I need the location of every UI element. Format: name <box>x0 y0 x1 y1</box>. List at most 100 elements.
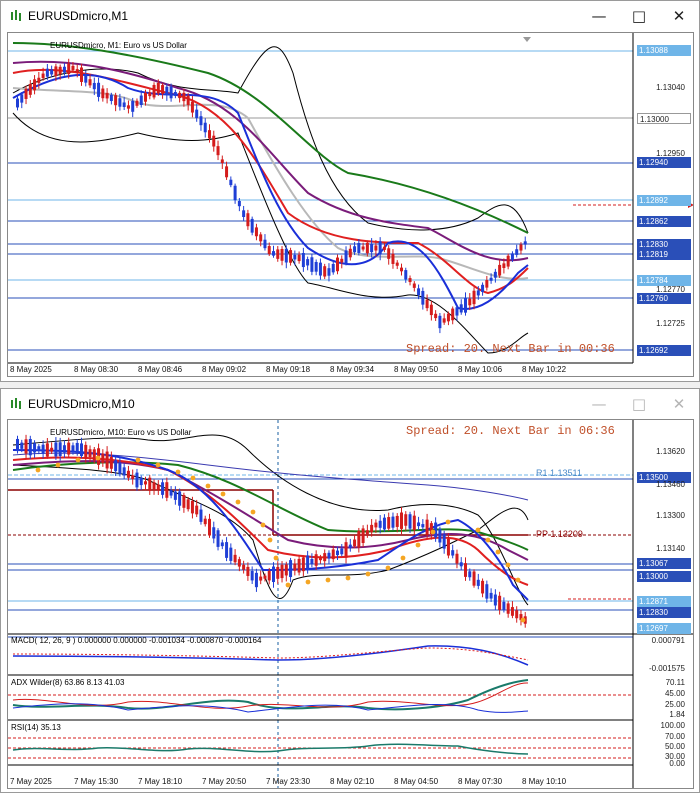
candle-body <box>156 82 160 94</box>
price-tag: 1.12940 <box>637 157 691 168</box>
close-button[interactable]: ✕ <box>659 389 699 419</box>
candle-body <box>374 522 378 528</box>
candle-body <box>506 255 510 267</box>
rsi-label: RSI(14) 35.13 <box>11 723 61 732</box>
sar-dot <box>135 457 141 463</box>
candle-body <box>105 92 109 99</box>
candle-body <box>357 531 361 548</box>
candle-body <box>284 564 288 576</box>
time-axis-label: 8 May 09:18 <box>266 365 311 374</box>
minimize-button[interactable]: — <box>579 389 619 419</box>
sar-dot <box>445 519 451 525</box>
candle-body <box>165 86 169 96</box>
candle-body <box>101 453 105 464</box>
time-axis-label: 8 May 10:22 <box>522 365 567 374</box>
price-tag: 1.13000 <box>637 571 691 582</box>
sar-dot <box>260 522 266 528</box>
minimize-button[interactable]: — <box>579 1 619 31</box>
candle-body <box>464 563 467 577</box>
price-axis-label: 1.13040 <box>656 83 685 92</box>
chart-window-m1: EURUSDmicro,M1 — □ ✕ EURUSDmicro, M1: Eu… <box>0 0 700 382</box>
candle-body <box>382 246 386 250</box>
price-tag: 1.12760 <box>637 293 691 304</box>
candle-body <box>276 566 280 579</box>
time-axis-label: 8 May 09:50 <box>394 365 439 374</box>
candle-body <box>16 98 19 108</box>
candle-body <box>220 159 224 164</box>
candle-body <box>336 257 339 272</box>
maximize-button[interactable]: □ <box>619 389 659 419</box>
time-axis-label: 8 May 02:10 <box>330 777 375 786</box>
candle-body <box>92 449 96 461</box>
time-axis-label: 8 May 09:34 <box>330 365 375 374</box>
rsi-scale-label: 0.00 <box>669 759 685 768</box>
price-axis-label: 1.13620 <box>656 447 685 456</box>
candle-body <box>340 258 344 263</box>
candle-body <box>122 102 126 107</box>
candle-body <box>493 271 497 278</box>
candle-body <box>165 482 169 498</box>
candle-body <box>438 315 442 329</box>
candle-body <box>131 475 135 479</box>
candles-m10 <box>16 434 527 628</box>
candle-body <box>41 73 45 78</box>
sar-dot <box>273 555 279 561</box>
candle-body <box>336 550 339 556</box>
candle-body <box>67 63 71 75</box>
maximize-button[interactable]: □ <box>619 1 659 31</box>
candle-body <box>331 549 335 560</box>
candle-body <box>178 491 182 506</box>
candle-body <box>33 443 37 453</box>
candle-body <box>161 482 165 495</box>
candle-body <box>481 580 485 594</box>
candle-body <box>476 579 480 586</box>
candle-body <box>173 92 177 96</box>
candle-body <box>250 218 254 233</box>
candle-body <box>327 268 331 276</box>
candle-body <box>382 517 386 530</box>
candle-body <box>272 251 275 256</box>
candle-body <box>434 313 438 319</box>
window-title: EURUSDmicro,M10 <box>28 397 135 411</box>
candle-body <box>199 509 203 522</box>
candle-body <box>246 566 250 576</box>
candle-body <box>139 95 143 105</box>
candle-body <box>131 100 135 112</box>
candle-body <box>33 79 37 91</box>
spread-countdown: Spread: 20. Next Bar in 00:36 <box>406 342 615 356</box>
adx-scale-label: 45.00 <box>664 689 685 698</box>
window-titlebar[interactable]: EURUSDmicro,M1 — □ ✕ <box>1 1 699 31</box>
candle-body <box>220 542 224 547</box>
candle-body <box>208 518 211 536</box>
candle-body <box>109 456 113 469</box>
macd-scale-label: 0.000791 <box>651 636 685 645</box>
candle-body <box>41 444 45 454</box>
candle-body <box>195 505 199 515</box>
candle-body <box>510 607 514 616</box>
price-axis-label: 1.12725 <box>656 319 685 328</box>
candle-body <box>75 442 79 454</box>
sar-dot <box>475 527 481 533</box>
candle-body <box>276 249 280 259</box>
time-axis-label: 7 May 18:10 <box>138 777 183 786</box>
window-titlebar[interactable]: EURUSDmicro,M10 — □ ✕ <box>1 389 699 419</box>
candle-body <box>438 528 442 543</box>
candle-body <box>80 443 83 456</box>
price-chart-m10[interactable]: EURUSDmicro, M10: Euro vs US Dollar Spre… <box>7 419 694 789</box>
rsi-scale-label: 50.00 <box>664 742 685 751</box>
candle-body <box>161 85 165 94</box>
sar-dot <box>505 562 511 568</box>
candle-body <box>97 82 101 97</box>
price-axis-label: 1.13300 <box>656 511 685 520</box>
price-chart-m1[interactable]: EURUSDmicro, M1: Euro vs US Dollar Sprea… <box>7 32 694 377</box>
candle-body <box>297 558 301 573</box>
candle-body <box>353 246 357 253</box>
candle-body <box>468 571 472 578</box>
time-axis-label: 8 May 10:06 <box>458 365 503 374</box>
sar-dot <box>305 579 311 585</box>
close-button[interactable]: ✕ <box>659 1 699 31</box>
candle-body <box>62 445 66 453</box>
candle-body <box>242 210 246 218</box>
price-tag: 1.12697 <box>637 623 691 634</box>
sar-dot <box>345 575 351 581</box>
